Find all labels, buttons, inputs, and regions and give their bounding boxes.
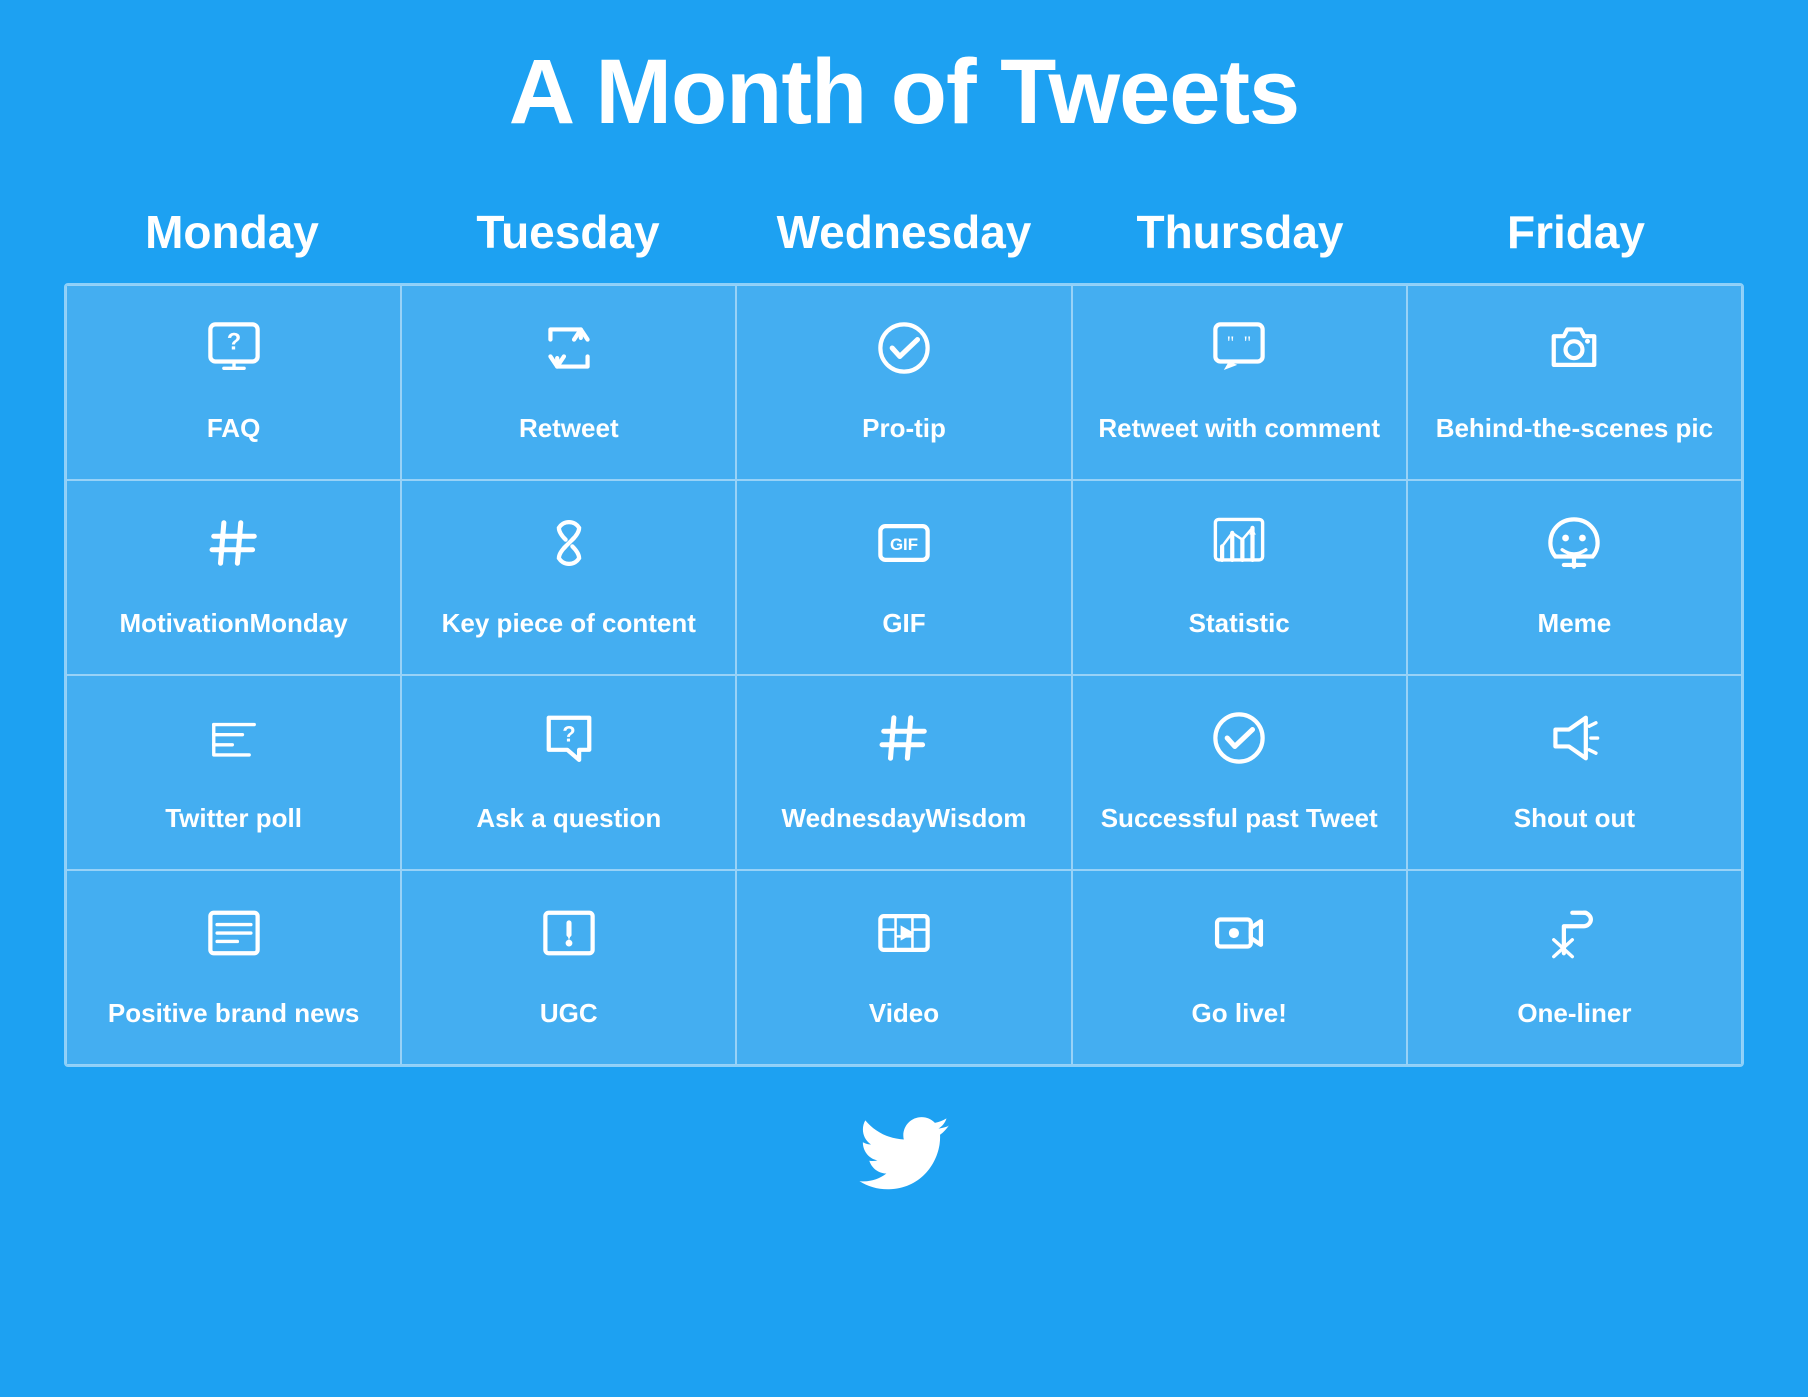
brand-news-label: Positive brand news: [108, 997, 359, 1030]
cell-retweet: Retweet: [401, 285, 736, 480]
shoutout-icon: [1547, 711, 1601, 788]
statistic-label: Statistic: [1189, 607, 1290, 640]
cell-shout-out: Shout out: [1407, 675, 1742, 870]
gif-label: GIF: [882, 607, 925, 640]
twitter-bird-logo: [859, 1117, 949, 1210]
retweet-icon: [542, 321, 596, 398]
day-friday: Friday: [1408, 195, 1744, 283]
retweet-label: Retweet: [519, 412, 619, 445]
protip-label: Pro-tip: [862, 412, 946, 445]
svg-text:": ": [1227, 333, 1235, 354]
svg-text:GIF: GIF: [890, 535, 918, 554]
news-icon: [207, 906, 261, 983]
day-monday: Monday: [64, 195, 400, 283]
calendar-wrapper: Monday Tuesday Wednesday Thursday Friday…: [64, 195, 1744, 1067]
cell-statistic: Statistic: [1072, 480, 1407, 675]
behind-scenes-label: Behind-the-scenes pic: [1436, 412, 1713, 445]
day-tuesday: Tuesday: [400, 195, 736, 283]
wednesday-hashtag-icon: [877, 711, 931, 788]
camera-icon: [1547, 321, 1601, 398]
successful-tweet-label: Successful past Tweet: [1101, 802, 1378, 835]
protip-icon: [877, 321, 931, 398]
twitter-poll-label: Twitter poll: [165, 802, 302, 835]
meme-label: Meme: [1538, 607, 1612, 640]
statistic-icon: [1212, 516, 1266, 593]
cell-successful-tweet: Successful past Tweet: [1072, 675, 1407, 870]
content-grid: ? FAQ Retweet: [64, 283, 1744, 1067]
key-content-label: Key piece of content: [442, 607, 696, 640]
cell-ask-question: ? Ask a question: [401, 675, 736, 870]
cell-wednesday-wisdom: WednesdayWisdom: [736, 675, 1071, 870]
cell-video: Video: [736, 870, 1071, 1065]
day-wednesday: Wednesday: [736, 195, 1072, 283]
oneliner-icon: [1547, 906, 1601, 983]
video-icon: [877, 906, 931, 983]
cell-one-liner: One-liner: [1407, 870, 1742, 1065]
faq-label: FAQ: [207, 412, 260, 445]
poll-icon: [207, 711, 261, 788]
one-liner-label: One-liner: [1517, 997, 1631, 1030]
cell-protip: Pro-tip: [736, 285, 1071, 480]
retweet-comment-icon: " ": [1212, 321, 1266, 398]
cell-go-live: Go live!: [1072, 870, 1407, 1065]
svg-text:?: ?: [562, 721, 575, 746]
motivation-monday-label: MotivationMonday: [119, 607, 347, 640]
wednesday-wisdom-label: WednesdayWisdom: [782, 802, 1027, 835]
cell-gif: GIF GIF: [736, 480, 1071, 675]
cell-ugc: ! UGC: [401, 870, 736, 1065]
svg-text:": ": [1244, 333, 1252, 354]
day-headers: Monday Tuesday Wednesday Thursday Friday: [64, 195, 1744, 283]
go-live-label: Go live!: [1192, 997, 1287, 1030]
ugc-label: UGC: [540, 997, 598, 1030]
cell-motivation-monday: MotivationMonday: [66, 480, 401, 675]
cell-meme: Meme: [1407, 480, 1742, 675]
page-title: A Month of Tweets: [509, 40, 1299, 145]
link-icon: [542, 516, 596, 593]
ask-question-label: Ask a question: [476, 802, 661, 835]
svg-text:?: ?: [226, 329, 240, 355]
question-icon: ?: [542, 711, 596, 788]
day-thursday: Thursday: [1072, 195, 1408, 283]
ugc-icon: !: [542, 906, 596, 983]
retweet-comment-label: Retweet with comment: [1098, 412, 1380, 445]
cell-retweet-comment: " " Retweet with comment: [1072, 285, 1407, 480]
cell-twitter-poll: Twitter poll: [66, 675, 401, 870]
checkmark-icon: [1212, 711, 1266, 788]
cell-brand-news: Positive brand news: [66, 870, 401, 1065]
meme-icon: [1547, 516, 1601, 593]
gif-icon: GIF: [877, 516, 931, 593]
cell-key-content: Key piece of content: [401, 480, 736, 675]
cell-faq: ? FAQ: [66, 285, 401, 480]
live-icon: [1212, 906, 1266, 983]
cell-behind-scenes: Behind-the-scenes pic: [1407, 285, 1742, 480]
video-label: Video: [869, 997, 939, 1030]
hashtag-icon: [207, 516, 261, 593]
shout-out-label: Shout out: [1514, 802, 1635, 835]
faq-icon: ?: [207, 321, 261, 398]
